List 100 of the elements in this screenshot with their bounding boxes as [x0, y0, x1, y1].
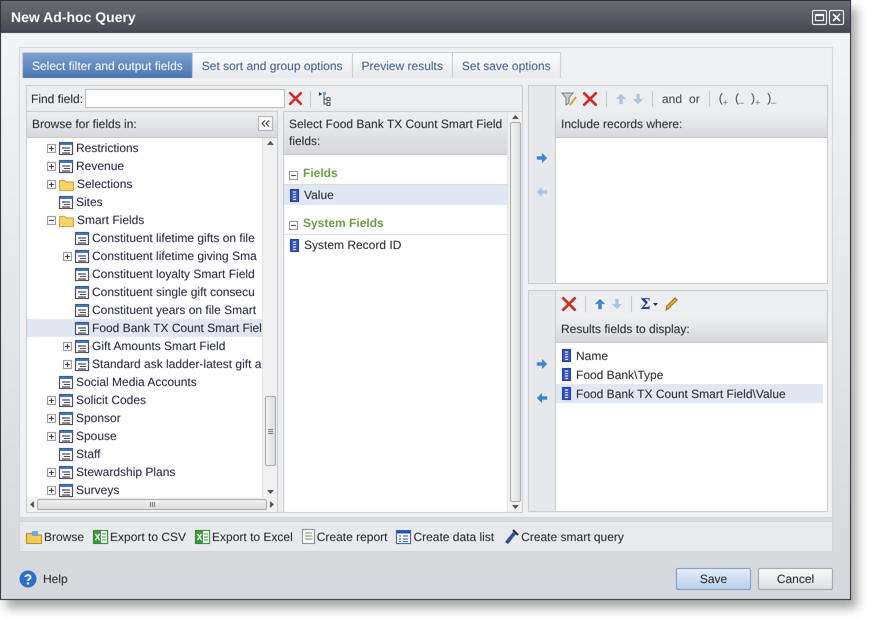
maximize-button[interactable] [812, 10, 827, 24]
operator-button[interactable]: ($_{–}$ [732, 90, 746, 108]
operator-button[interactable]: or [687, 92, 702, 106]
horizontal-scrollbar[interactable] [27, 497, 277, 512]
tab[interactable]: Preview results [352, 52, 453, 78]
move-right-icon[interactable] [536, 358, 548, 370]
scrollbar[interactable] [262, 138, 277, 497]
sum-button[interactable]: Σ [639, 295, 659, 313]
collapse-icon[interactable] [289, 221, 298, 230]
spreadsheet-icon [195, 530, 210, 544]
table-icon [59, 160, 73, 172]
scroll-thumb[interactable] [37, 499, 267, 510]
action-link[interactable]: Create data list [396, 530, 494, 544]
action-link[interactable]: Export to CSV [93, 530, 186, 544]
tree-item[interactable]: Spouse [27, 427, 262, 445]
action-link[interactable]: Export to Excel [195, 530, 293, 544]
collapse-panel-button[interactable] [258, 116, 273, 131]
tree-item[interactable]: Sites [27, 193, 262, 211]
table-icon [75, 304, 89, 316]
table-icon [59, 142, 73, 154]
field-icon [290, 238, 299, 252]
tree-item[interactable]: Stewardship Plans [27, 463, 262, 481]
tree-item[interactable]: Food Bank TX Count Smart Fiel [27, 319, 262, 337]
dialog-button[interactable]: Save [676, 568, 751, 590]
tree-item[interactable]: Constituent loyalty Smart Field [27, 265, 262, 283]
collapse-icon[interactable] [47, 216, 56, 224]
tree-item[interactable]: Constituent single gift consecu [27, 283, 262, 301]
scroll-down-icon[interactable] [266, 490, 274, 494]
tree-item[interactable]: Staff [27, 445, 262, 463]
filter-icon[interactable] [560, 91, 578, 107]
scroll-thumb[interactable] [510, 122, 520, 502]
tree-item[interactable]: Restrictions [27, 139, 262, 157]
move-left-icon[interactable] [536, 392, 548, 404]
tree-item[interactable]: Constituent lifetime gifts on file [27, 229, 262, 247]
expand-icon[interactable] [47, 180, 56, 188]
tree-item[interactable]: Social Media Accounts [27, 373, 262, 391]
group-heading: System Fields [303, 216, 384, 230]
scroll-up-icon[interactable] [266, 141, 274, 145]
tree-item[interactable]: Constituent lifetime giving Sma [27, 247, 262, 265]
expand-icon[interactable] [47, 414, 56, 422]
spreadsheet-icon [93, 530, 108, 544]
document-icon [302, 529, 315, 544]
table-icon [75, 250, 89, 262]
find-field-label: Find field: [31, 92, 84, 106]
tree-item[interactable]: Smart Fields [27, 211, 262, 229]
scroll-thumb[interactable] [264, 396, 276, 466]
table-icon [59, 448, 73, 460]
action-link[interactable]: Browse [26, 530, 84, 544]
table-icon [75, 232, 89, 244]
scroll-left-icon[interactable] [30, 501, 34, 508]
wand-icon [503, 529, 520, 544]
tree-item[interactable]: Sponsor [27, 409, 262, 427]
operator-button[interactable]: and [660, 92, 684, 106]
close-button[interactable] [829, 10, 844, 24]
tree-item[interactable]: Constituent years on file Smart [27, 301, 262, 319]
tree-item[interactable]: Revenue [27, 157, 262, 175]
table-icon [75, 358, 89, 370]
expand-icon[interactable] [47, 486, 56, 494]
tree-item[interactable]: Selections [27, 175, 262, 193]
window-title: New Ad-hoc Query [11, 9, 136, 25]
dialog-button[interactable]: Cancel [758, 568, 833, 590]
action-link[interactable]: Create smart query [503, 529, 624, 544]
folder-icon [59, 178, 74, 190]
result-field-item[interactable]: Food Bank\Type [556, 365, 823, 384]
scroll-down-icon[interactable] [512, 505, 518, 509]
help-link[interactable]: Help [19, 570, 68, 588]
grip-icon [268, 428, 272, 434]
expand-icon[interactable] [63, 252, 72, 260]
action-link[interactable]: Create report [302, 529, 388, 544]
table-icon [59, 466, 73, 478]
tab[interactable]: Set save options [452, 52, 561, 78]
result-field-item[interactable]: Food Bank TX Count Smart Field\Value [556, 384, 823, 403]
expand-icon[interactable] [47, 396, 56, 404]
grip-icon [150, 502, 154, 507]
tree-item[interactable]: Standard ask ladder-latest gift a [27, 355, 262, 373]
tree-view-icon[interactable] [317, 90, 334, 106]
field-item[interactable]: System Record ID [284, 235, 507, 255]
operator-button[interactable]: )$_{+}$ [748, 90, 762, 108]
expand-icon[interactable] [63, 342, 72, 350]
result-field-item[interactable]: Name [556, 346, 823, 365]
tree-item[interactable]: Surveys [27, 481, 262, 497]
expand-icon[interactable] [47, 162, 56, 170]
move-right-icon[interactable] [536, 152, 548, 164]
expand-icon[interactable] [47, 468, 56, 476]
field-item[interactable]: Value [284, 185, 507, 205]
expand-icon[interactable] [63, 360, 72, 368]
expand-icon[interactable] [47, 144, 56, 152]
scroll-up-icon[interactable] [512, 115, 518, 119]
tab[interactable]: Select filter and output fields [22, 52, 193, 78]
caret-icon [652, 302, 658, 306]
scrollbar[interactable] [507, 112, 522, 512]
find-field-input[interactable] [85, 89, 286, 108]
scroll-right-icon[interactable] [270, 501, 274, 508]
expand-icon[interactable] [47, 432, 56, 440]
collapse-icon[interactable] [289, 171, 298, 180]
tab[interactable]: Set sort and group options [192, 52, 353, 78]
operator-button[interactable]: ($_{+}$ [716, 90, 730, 108]
tree-item[interactable]: Solicit Codes [27, 391, 262, 409]
operator-button[interactable]: )$_{–}$ [765, 90, 778, 108]
tree-item[interactable]: Gift Amounts Smart Field [27, 337, 262, 355]
